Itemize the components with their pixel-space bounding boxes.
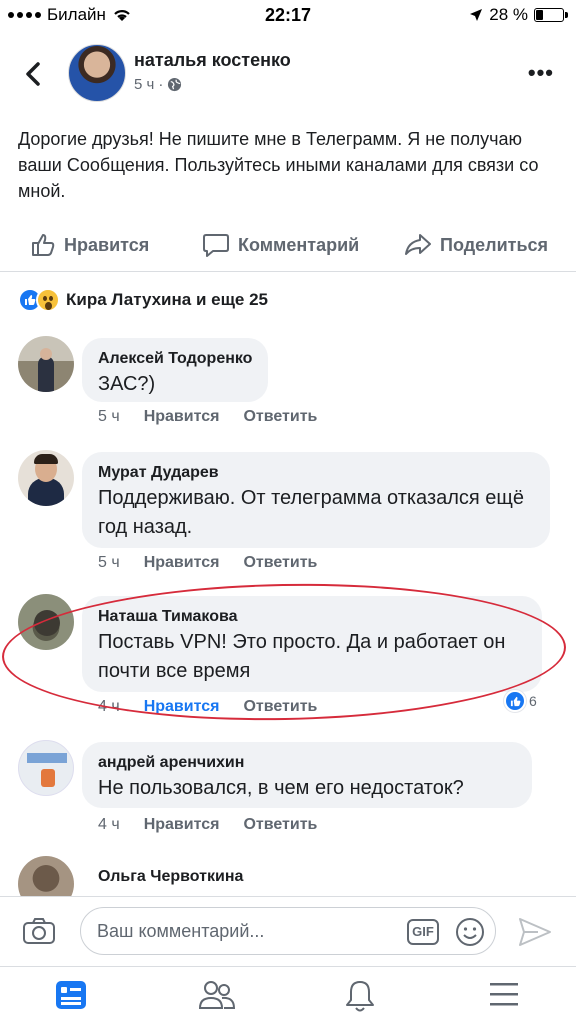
comment-time: 5 ч <box>98 554 120 571</box>
comment-text: Поддерживаю. От телеграмма отказался ещё… <box>98 487 524 538</box>
share-icon <box>405 234 431 255</box>
battery-percent: 28 % <box>489 5 528 24</box>
wow-reaction-icon <box>36 288 60 312</box>
news-feed-icon[interactable] <box>54 979 88 1011</box>
commenter-name[interactable]: Мурат Дударев <box>98 462 534 484</box>
comment-icon <box>203 234 229 257</box>
camera-icon[interactable] <box>22 917 56 945</box>
status-bar: Билайн 22:17 28 % <box>0 0 576 32</box>
commenter-name[interactable]: андрей аренчихин <box>98 752 516 774</box>
commenter-avatar[interactable] <box>18 740 74 796</box>
battery-icon <box>534 8 568 22</box>
share-label: Поделиться <box>440 234 549 255</box>
comment-like-button[interactable]: Нравится <box>144 816 220 834</box>
commenter-avatar[interactable] <box>18 450 74 506</box>
comment-bubble: Мурат Дударев Поддерживаю. От телеграмма… <box>82 452 550 548</box>
comment-input-placeholder: Ваш комментарий... <box>97 921 265 941</box>
post-header: наталья костенко 5 ч · ••• <box>0 40 576 110</box>
comment-reply-button[interactable]: Ответить <box>243 816 317 834</box>
globe-icon <box>168 77 182 92</box>
comment-like-count[interactable]: 6 <box>504 690 537 712</box>
author-name[interactable]: наталья костенко <box>134 50 291 71</box>
menu-icon[interactable] <box>488 979 520 1009</box>
post-time: 5 ч · <box>134 76 182 93</box>
comment-text: Не пользовался, в чем его недостаток? <box>98 777 464 799</box>
gif-icon[interactable]: GIF <box>407 919 439 945</box>
like-icon <box>32 234 55 256</box>
commenter-name[interactable]: Алексей Тодоренко <box>98 348 252 370</box>
comment-reply-button[interactable]: Ответить <box>243 408 317 426</box>
commenter-avatar[interactable] <box>18 336 74 392</box>
back-icon[interactable] <box>22 58 46 90</box>
comment-like-button[interactable]: Нравится <box>144 554 220 572</box>
like-label: Нравится <box>64 234 150 255</box>
more-icon[interactable]: ••• <box>528 62 554 84</box>
comment-reply-button[interactable]: Ответить <box>243 554 317 572</box>
comment-meta: 4 ч Нравится Ответить <box>98 816 317 834</box>
comment-meta: 5 ч Нравится Ответить <box>98 408 317 426</box>
post-text: Дорогие друзья! Не пишите мне в Телеграм… <box>18 129 539 201</box>
comment-label: Комментарий <box>238 234 360 255</box>
comment-input[interactable]: Ваш комментарий... GIF <box>80 907 496 955</box>
comment-composer: Ваш комментарий... GIF <box>0 896 576 966</box>
author-avatar[interactable] <box>68 44 126 102</box>
comment-bubble: андрей аренчихин Не пользовался, в чем е… <box>82 742 532 808</box>
comment-button[interactable]: Комментарий <box>202 232 359 258</box>
reactions-summary[interactable]: Кира Латухина и еще 25 <box>18 288 268 312</box>
post-actions: Нравится Комментарий Поделиться <box>0 220 576 272</box>
friends-icon[interactable] <box>198 979 236 1011</box>
smile-icon[interactable] <box>455 917 485 947</box>
comment-meta: 5 ч Нравится Ответить <box>98 554 317 572</box>
tab-bar <box>0 966 576 1024</box>
post-time-label: 5 ч <box>134 76 155 93</box>
comment-like-button[interactable]: Нравится <box>144 408 220 426</box>
reactions-text: Кира Латухина и еще 25 <box>66 290 269 309</box>
comment-time: 5 ч <box>98 408 120 425</box>
send-icon[interactable] <box>518 917 552 947</box>
location-icon <box>470 9 483 21</box>
highlight-oval <box>0 579 568 725</box>
commenter-name[interactable]: Ольга Червоткина <box>98 866 243 888</box>
comment-bubble: Алексей Тодоренко ЗАС?) <box>82 338 269 402</box>
notifications-icon[interactable] <box>344 979 376 1013</box>
comment-text: ЗАС?) <box>98 373 156 395</box>
separator-dot: · <box>158 76 164 93</box>
comment-time: 4 ч <box>98 816 120 833</box>
share-button[interactable]: Поделиться <box>404 232 548 258</box>
like-reaction-icon <box>504 690 526 712</box>
like-count-value: 6 <box>529 693 537 709</box>
like-button[interactable]: Нравится <box>30 232 149 258</box>
battery-fill <box>536 10 543 20</box>
